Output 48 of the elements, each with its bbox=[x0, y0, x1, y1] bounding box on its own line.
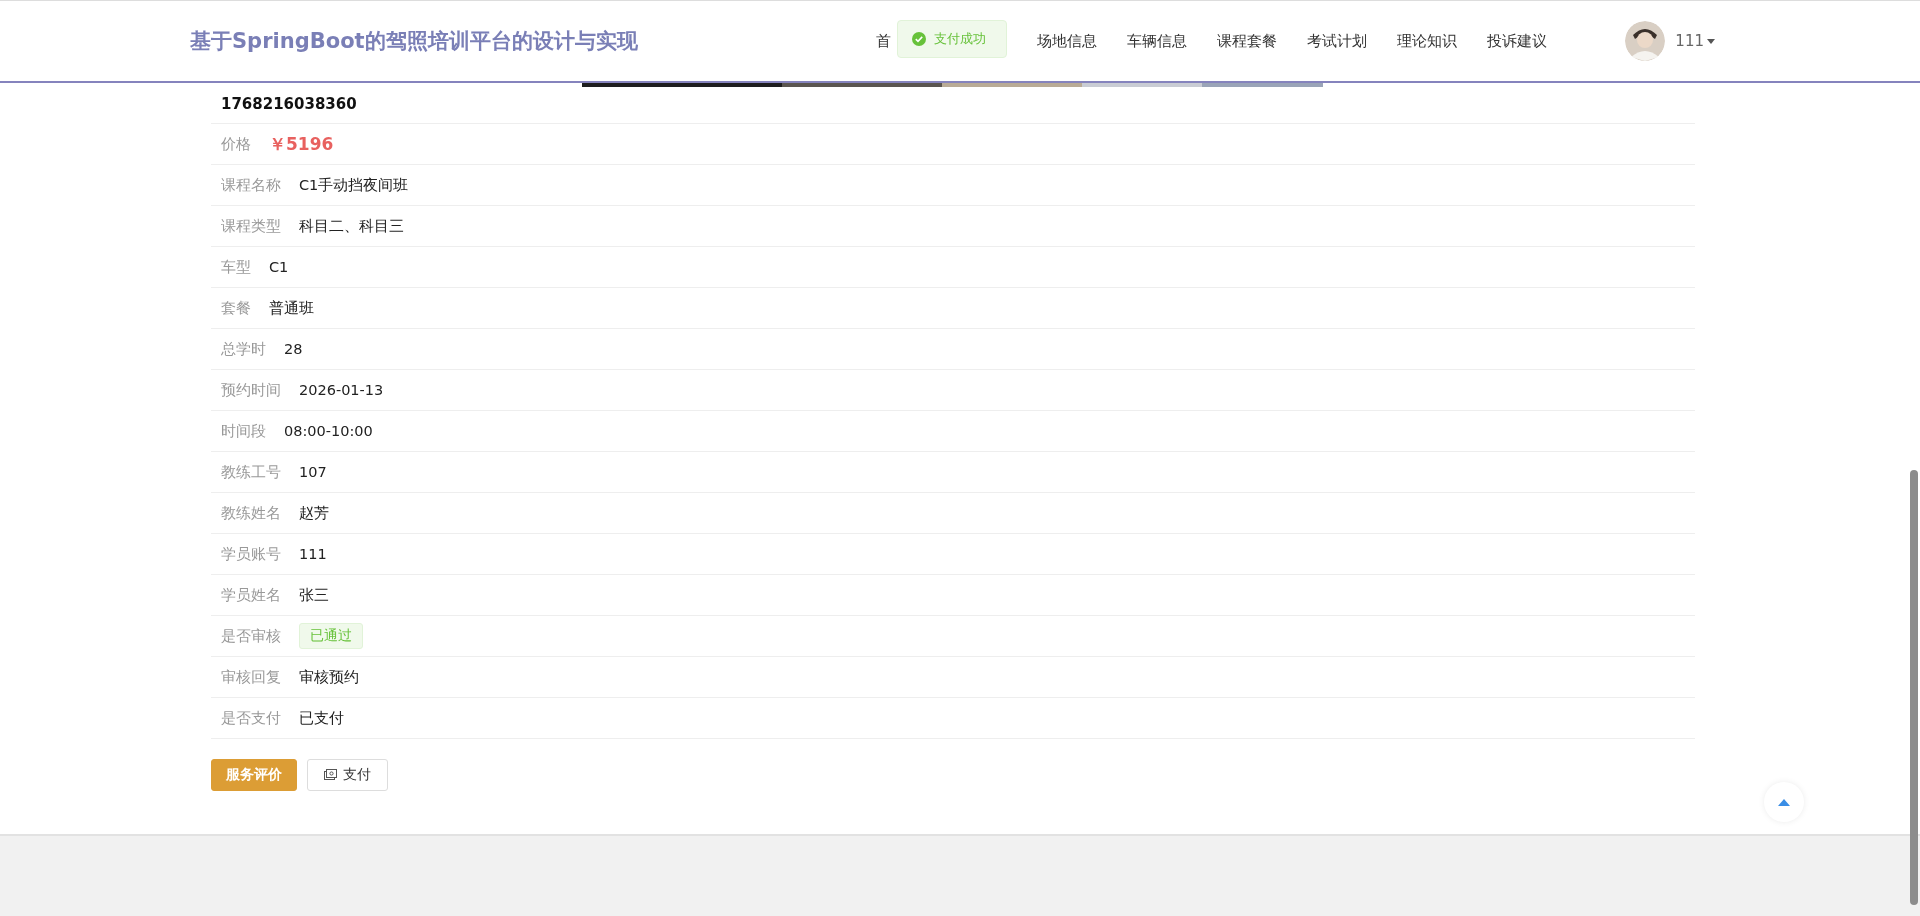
field-value: 普通班 bbox=[269, 298, 314, 318]
price-value: ￥5196 bbox=[269, 132, 334, 156]
field-value: 08:00-10:00 bbox=[284, 423, 373, 439]
nav-link[interactable]: 场地信息 bbox=[1022, 31, 1113, 51]
field-label: 价格 bbox=[221, 134, 251, 154]
field-label: 审核回复 bbox=[221, 667, 281, 687]
field-value: 111 bbox=[299, 546, 327, 562]
field-label: 是否支付 bbox=[221, 708, 281, 728]
field-value: 107 bbox=[299, 464, 327, 480]
status-tag: 已通过 bbox=[299, 623, 363, 649]
field-value: 28 bbox=[284, 341, 303, 357]
field-label: 教练姓名 bbox=[221, 503, 281, 523]
pay-button[interactable]: 支付 bbox=[307, 759, 388, 791]
field-value: 2026-01-13 bbox=[299, 382, 384, 398]
field-label: 预约时间 bbox=[221, 380, 281, 400]
field-value: C1 bbox=[269, 259, 289, 275]
user-menu[interactable]: 111 bbox=[1675, 32, 1715, 50]
field-value: C1手动挡夜间班 bbox=[299, 175, 409, 195]
field-label: 课程类型 bbox=[221, 216, 281, 236]
site-title: 基于SpringBoot的驾照培训平台的设计与实现 bbox=[190, 28, 638, 55]
avatar-icon[interactable] bbox=[1625, 21, 1666, 61]
nav-link[interactable]: 车辆信息 bbox=[1112, 31, 1203, 51]
field-label: 车型 bbox=[221, 257, 251, 277]
field-label: 教练工号 bbox=[221, 462, 281, 482]
back-to-top-button[interactable] bbox=[1764, 782, 1804, 822]
success-toast: 支付成功 bbox=[897, 20, 1007, 58]
field-label: 套餐 bbox=[221, 298, 251, 318]
nav-link[interactable]: 课程套餐 bbox=[1202, 31, 1293, 51]
field-label: 是否审核 bbox=[221, 626, 281, 646]
field-value: 张三 bbox=[299, 585, 329, 605]
field-label: 学员账号 bbox=[221, 544, 281, 564]
field-value: 赵芳 bbox=[299, 503, 329, 523]
field-label: 课程名称 bbox=[221, 175, 281, 195]
field-value: 已支付 bbox=[299, 708, 344, 728]
nav-link[interactable]: 理论知识 bbox=[1382, 31, 1473, 51]
field-label: 时间段 bbox=[221, 421, 266, 441]
field-value: 科目二、科目三 bbox=[299, 216, 404, 236]
arrow-up-icon bbox=[1778, 798, 1790, 806]
field-label: 总学时 bbox=[221, 339, 266, 359]
nav-link[interactable]: 考试计划 bbox=[1292, 31, 1383, 51]
order-number: 1768216038360 bbox=[211, 87, 1695, 124]
check-icon bbox=[912, 32, 926, 46]
field-label: 学员姓名 bbox=[221, 585, 281, 605]
field-value: 审核预约 bbox=[299, 667, 359, 687]
wallet-icon bbox=[324, 769, 337, 781]
scrollbar[interactable] bbox=[1910, 470, 1918, 905]
caret-icon bbox=[1707, 38, 1715, 44]
nav-link[interactable]: 投诉建议 bbox=[1472, 31, 1563, 51]
